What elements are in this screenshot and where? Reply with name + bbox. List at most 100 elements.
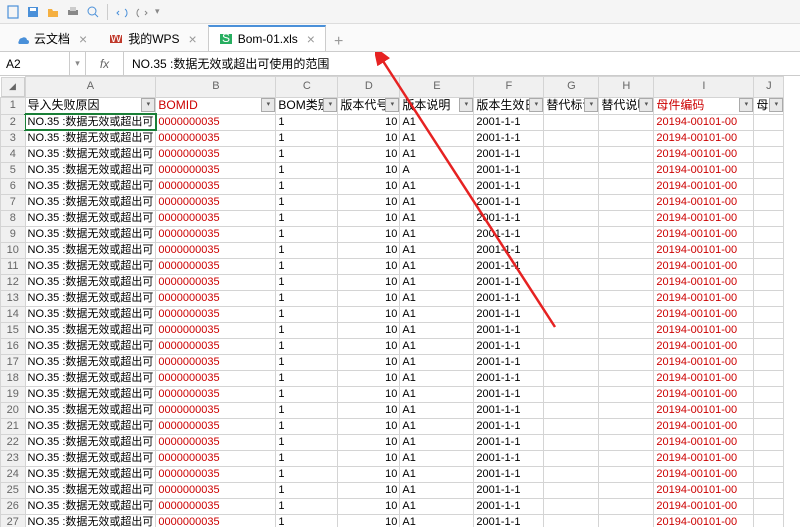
row-header[interactable]: 22 <box>1 434 26 450</box>
data-cell[interactable] <box>599 274 654 290</box>
data-cell[interactable]: A <box>400 162 474 178</box>
data-cell[interactable]: A1 <box>400 274 474 290</box>
row-header[interactable]: 15 <box>1 322 26 338</box>
data-cell[interactable] <box>754 306 784 322</box>
data-cell[interactable]: 1 <box>276 434 338 450</box>
data-cell[interactable]: NO.35 :数据无效或超出可 <box>25 130 156 146</box>
data-cell[interactable]: 2001-1-1 <box>474 194 544 210</box>
data-cell[interactable] <box>754 514 784 527</box>
data-cell[interactable]: 1 <box>276 370 338 386</box>
data-cell[interactable] <box>544 418 599 434</box>
data-cell[interactable]: 1 <box>276 290 338 306</box>
col-header-D[interactable]: D <box>338 77 400 98</box>
data-cell[interactable]: 0000000035 <box>156 450 276 466</box>
data-cell[interactable]: 2001-1-1 <box>474 322 544 338</box>
data-cell[interactable] <box>599 466 654 482</box>
row-header[interactable]: 25 <box>1 482 26 498</box>
data-cell[interactable]: 20194-00101-00 <box>654 370 754 386</box>
data-cell[interactable] <box>754 418 784 434</box>
row-header[interactable]: 26 <box>1 498 26 514</box>
header-cell[interactable]: 版本说明▾ <box>400 97 474 114</box>
data-cell[interactable]: 2001-1-1 <box>474 370 544 386</box>
col-header-A[interactable]: A <box>25 77 156 98</box>
data-cell[interactable]: 10 <box>338 146 400 162</box>
data-cell[interactable]: 1 <box>276 354 338 370</box>
data-cell[interactable] <box>599 290 654 306</box>
data-cell[interactable]: 0000000035 <box>156 274 276 290</box>
close-icon[interactable]: × <box>79 31 87 47</box>
data-cell[interactable]: 0000000035 <box>156 322 276 338</box>
row-header[interactable]: 16 <box>1 338 26 354</box>
data-cell[interactable] <box>754 386 784 402</box>
data-cell[interactable] <box>544 210 599 226</box>
data-cell[interactable]: 20194-00101-00 <box>654 210 754 226</box>
data-cell[interactable] <box>544 354 599 370</box>
data-cell[interactable]: 20194-00101-00 <box>654 194 754 210</box>
data-cell[interactable] <box>754 498 784 514</box>
filter-dropdown-icon[interactable]: ▾ <box>385 98 399 112</box>
data-cell[interactable]: 0000000035 <box>156 482 276 498</box>
row-header[interactable]: 5 <box>1 162 26 178</box>
row-header[interactable]: 7 <box>1 194 26 210</box>
data-cell[interactable] <box>599 306 654 322</box>
data-cell[interactable] <box>754 450 784 466</box>
data-cell[interactable] <box>599 354 654 370</box>
data-cell[interactable]: 10 <box>338 482 400 498</box>
data-cell[interactable]: A1 <box>400 466 474 482</box>
data-cell[interactable]: 10 <box>338 322 400 338</box>
header-cell[interactable]: 版本代号▾ <box>338 97 400 114</box>
data-cell[interactable] <box>754 146 784 162</box>
data-cell[interactable]: 1 <box>276 210 338 226</box>
data-cell[interactable] <box>754 178 784 194</box>
col-header-I[interactable]: I <box>654 77 754 98</box>
dropdown-icon[interactable]: ▾ <box>155 6 160 17</box>
data-cell[interactable]: A1 <box>400 338 474 354</box>
data-cell[interactable] <box>754 322 784 338</box>
data-cell[interactable]: A1 <box>400 146 474 162</box>
data-cell[interactable]: 10 <box>338 162 400 178</box>
data-cell[interactable]: 20194-00101-00 <box>654 162 754 178</box>
data-cell[interactable]: A1 <box>400 498 474 514</box>
data-cell[interactable] <box>544 498 599 514</box>
select-all-corner[interactable]: ◢ <box>1 77 25 97</box>
col-header-J[interactable]: J <box>754 77 784 98</box>
header-cell[interactable]: 导入失败原因▾ <box>25 97 156 114</box>
data-cell[interactable] <box>544 162 599 178</box>
data-cell[interactable]: 2001-1-1 <box>474 338 544 354</box>
data-cell[interactable]: 0000000035 <box>156 466 276 482</box>
data-cell[interactable]: 0000000035 <box>156 130 276 146</box>
data-cell[interactable]: 1 <box>276 338 338 354</box>
data-cell[interactable] <box>599 338 654 354</box>
filter-dropdown-icon[interactable]: ▾ <box>529 98 543 112</box>
data-cell[interactable]: 20194-00101-00 <box>654 290 754 306</box>
data-cell[interactable]: 20194-00101-00 <box>654 498 754 514</box>
data-cell[interactable] <box>544 322 599 338</box>
data-cell[interactable]: 10 <box>338 178 400 194</box>
undo-icon[interactable] <box>113 3 131 21</box>
data-cell[interactable]: NO.35 :数据无效或超出可 <box>25 338 156 354</box>
data-cell[interactable]: 20194-00101-00 <box>654 146 754 162</box>
data-cell[interactable] <box>544 114 599 130</box>
data-cell[interactable]: NO.35 :数据无效或超出可 <box>25 498 156 514</box>
data-cell[interactable]: 0000000035 <box>156 418 276 434</box>
data-cell[interactable]: NO.35 :数据无效或超出可 <box>25 178 156 194</box>
data-cell[interactable]: 2001-1-1 <box>474 242 544 258</box>
data-cell[interactable] <box>544 466 599 482</box>
data-cell[interactable]: NO.35 :数据无效或超出可 <box>25 210 156 226</box>
data-cell[interactable] <box>754 130 784 146</box>
data-cell[interactable]: A1 <box>400 130 474 146</box>
data-cell[interactable]: 2001-1-1 <box>474 162 544 178</box>
data-cell[interactable] <box>544 450 599 466</box>
data-cell[interactable]: 2001-1-1 <box>474 146 544 162</box>
data-cell[interactable]: 1 <box>276 146 338 162</box>
row-header[interactable]: 12 <box>1 274 26 290</box>
data-cell[interactable] <box>599 258 654 274</box>
data-cell[interactable]: A1 <box>400 402 474 418</box>
row-header[interactable]: 21 <box>1 418 26 434</box>
data-cell[interactable]: 2001-1-1 <box>474 178 544 194</box>
filter-dropdown-icon[interactable]: ▾ <box>261 98 275 112</box>
data-cell[interactable]: 0000000035 <box>156 370 276 386</box>
row-header[interactable]: 9 <box>1 226 26 242</box>
filter-dropdown-icon[interactable]: ▾ <box>323 98 337 112</box>
close-icon[interactable]: × <box>189 31 197 47</box>
